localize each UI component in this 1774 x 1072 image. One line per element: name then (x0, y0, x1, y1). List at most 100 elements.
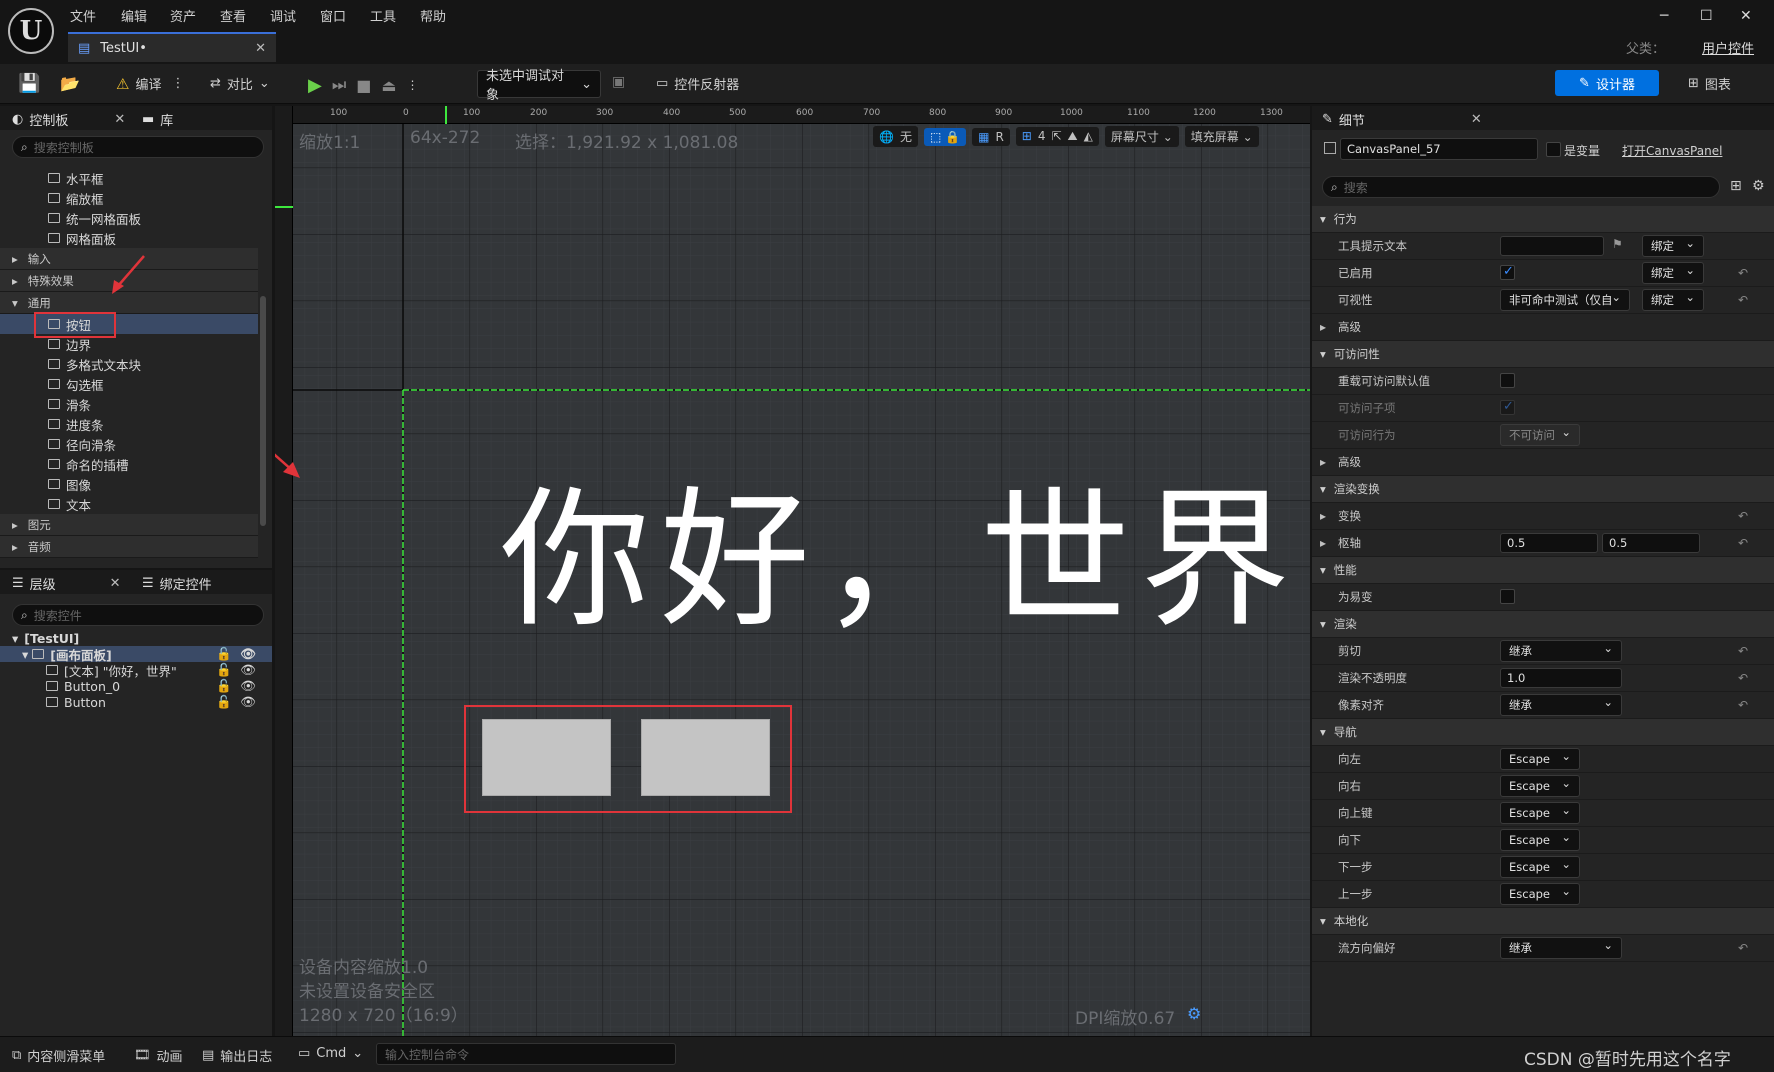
canvas-button-1[interactable] (641, 719, 770, 796)
play-options-icon[interactable]: ⋮ (407, 78, 419, 92)
pixel-snapping-dropdown[interactable]: 继承 (1500, 694, 1622, 716)
designer-viewport[interactable]: 100 0 100 200 300 400 500 600 700 800 90… (275, 106, 1310, 1036)
bind-dropdown[interactable]: 绑定 (1642, 289, 1704, 311)
section-accessibility[interactable]: ▾ 可访问性 (1312, 341, 1774, 368)
override-acc-checkbox[interactable] (1500, 373, 1515, 388)
category-audio[interactable]: ▸ 音频 (0, 536, 258, 558)
palette-item-gridpanel[interactable]: 网格面板 (0, 228, 258, 248)
reset-icon[interactable]: ↶ (1738, 698, 1748, 712)
reset-icon[interactable]: ↶ (1738, 509, 1748, 523)
flow-direction-dropdown[interactable]: 继承 (1500, 937, 1622, 959)
visibility-dropdown[interactable]: 非可命中测试（仅自 (1500, 289, 1630, 311)
close-icon[interactable]: ✕ (110, 576, 121, 591)
nav-prev-dropdown[interactable]: Escape (1500, 883, 1580, 905)
bind-dropdown[interactable]: 绑定 (1642, 235, 1704, 257)
palette-item-richtext[interactable]: 多格式文本块 (0, 354, 258, 374)
unreal-logo-icon[interactable]: U (8, 8, 54, 54)
reset-icon[interactable]: ↶ (1738, 293, 1748, 307)
tree-text[interactable]: [文本] "你好，世界" 🔓 👁 (0, 662, 272, 679)
respect-locks-toggle[interactable]: ▦ R (972, 127, 1010, 146)
section-rendering[interactable]: ▾ 渲染 (1312, 611, 1774, 638)
palette-item-radialslider[interactable]: 径向滑条 (0, 434, 258, 454)
window-close-icon[interactable]: ✕ (1740, 8, 1752, 24)
debug-browse-icon[interactable]: ▣ (612, 74, 625, 90)
menu-window[interactable]: 窗口 (320, 6, 346, 25)
animation-button[interactable]: 🎞 动画 (134, 1046, 183, 1065)
gear-icon[interactable]: ⚙ (1187, 1004, 1201, 1023)
lock-icon[interactable]: 🔓 (216, 678, 232, 694)
palette-item-hbox[interactable]: 水平框 (0, 168, 258, 188)
palette-item-namedslot[interactable]: 命名的插槽 (0, 454, 258, 474)
step-icon[interactable]: ⏭ (332, 75, 346, 95)
palette-scrollbar[interactable] (260, 296, 266, 526)
close-icon[interactable]: ✕ (1471, 112, 1482, 127)
opacity-input[interactable]: 1.0 (1500, 668, 1622, 688)
tree-button-0[interactable]: Button_0 🔓 👁 (0, 678, 272, 694)
reset-icon[interactable]: ↶ (1738, 536, 1748, 550)
designer-button[interactable]: ✎ 设计器 (1555, 70, 1659, 96)
section-behavior[interactable]: ▾ 行为 (1312, 206, 1774, 233)
localization-toggle[interactable]: 🌐 无 (873, 126, 918, 147)
reset-icon[interactable]: ↶ (1738, 941, 1748, 955)
outline-toggle[interactable]: ⬚ 🔒 (923, 127, 967, 146)
close-icon[interactable]: ✕ (255, 41, 266, 56)
output-log-button[interactable]: ▤ 输出日志 (202, 1046, 272, 1065)
eye-icon[interactable]: 👁 (240, 646, 256, 662)
grid-snap-toggle[interactable]: ⊞ 4 ⇱ ⛰ ◭ (1015, 127, 1099, 146)
canvas-hello-text[interactable]: 你好，世界 (500, 486, 1300, 636)
eye-icon[interactable]: 👁 (240, 694, 256, 710)
eye-icon[interactable]: 👁 (240, 678, 256, 694)
tab-palette[interactable]: ◐ 控制板 ✕ (12, 110, 125, 129)
save-icon[interactable]: 💾 (18, 73, 40, 94)
section-performance[interactable]: ▾ 性能 (1312, 557, 1774, 584)
nav-right-dropdown[interactable]: Escape (1500, 775, 1580, 797)
reset-icon[interactable]: ↶ (1738, 644, 1748, 658)
lock-icon[interactable]: 🔓 (216, 646, 232, 662)
category-primitive[interactable]: ▸ 图元 (0, 514, 258, 536)
menu-file[interactable]: 文件 (70, 6, 96, 25)
reset-icon[interactable]: ↶ (1738, 266, 1748, 280)
menu-edit[interactable]: 编辑 (121, 6, 147, 25)
row-advanced[interactable]: ▸ 高级 (1312, 314, 1774, 341)
enabled-checkbox[interactable] (1500, 264, 1515, 280)
browse-icon[interactable]: 📂 (60, 74, 80, 93)
palette-item-slider[interactable]: 滑条 (0, 394, 258, 414)
section-navigation[interactable]: ▾ 导航 (1312, 719, 1774, 746)
palette-item-text[interactable]: 文本 (0, 494, 258, 514)
pivot-x-input[interactable]: 0.5 (1500, 533, 1598, 553)
nav-left-dropdown[interactable]: Escape (1500, 748, 1580, 770)
lock-icon[interactable]: 🔓 (216, 662, 232, 678)
cmd-dropdown[interactable]: ▭ Cmd ⌄ (298, 1046, 363, 1061)
screen-size-dropdown[interactable]: 屏幕尺寸 ⌄ (1104, 126, 1179, 147)
palette-item-progressbar[interactable]: 进度条 (0, 414, 258, 434)
palette-search-input[interactable]: ⌕ 搜索控制板 (12, 136, 264, 158)
content-drawer-button[interactable]: ⧉ 内容侧滑菜单 (12, 1046, 105, 1065)
clipping-dropdown[interactable]: 继承 (1500, 640, 1622, 662)
fill-screen-dropdown[interactable]: 填充屏幕 ⌄ (1184, 126, 1259, 147)
tab-bind-widgets[interactable]: ☰ 绑定控件 (142, 574, 212, 593)
compile-button[interactable]: ⚠ 编译 ⋮ (116, 74, 184, 94)
more-icon[interactable]: ⋮ (171, 76, 184, 91)
palette-item-image[interactable]: 图像 (0, 474, 258, 494)
bind-dropdown[interactable]: 绑定 (1642, 262, 1704, 284)
eye-icon[interactable]: 👁 (240, 662, 256, 678)
tab-hierarchy[interactable]: ☰ 层级 ✕ (12, 574, 121, 593)
menu-debug[interactable]: 调试 (270, 6, 296, 25)
canvas-button-0[interactable] (482, 719, 611, 796)
menu-help[interactable]: 帮助 (420, 6, 446, 25)
open-canvas-link[interactable]: 打开CanvasPanel (1622, 142, 1722, 159)
section-render-transform[interactable]: ▾ 渲染变换 (1312, 476, 1774, 503)
tab-details[interactable]: ✎ 细节 ✕ (1322, 110, 1482, 129)
tree-root[interactable]: ▾ [TestUI] (0, 630, 272, 646)
table-view-icon[interactable]: ⊞ (1730, 178, 1742, 194)
row-advanced-2[interactable]: ▸ 高级 (1312, 449, 1774, 476)
widget-reflector-button[interactable]: ▭ 控件反射器 (656, 74, 739, 93)
details-search-input[interactable]: ⌕ 搜索 (1322, 176, 1720, 198)
palette-item-checkbox[interactable]: 勾选框 (0, 374, 258, 394)
palette-item-uniformgrid[interactable]: 统一网格面板 (0, 208, 258, 228)
minimize-icon[interactable]: ─ (1660, 8, 1668, 24)
palette-item-scalebox[interactable]: 缩放框 (0, 188, 258, 208)
eject-icon[interactable]: ⏏ (381, 76, 396, 95)
console-input[interactable]: 输入控制台命令 (376, 1043, 676, 1065)
parent-class-link[interactable]: 用户控件 (1702, 38, 1754, 57)
